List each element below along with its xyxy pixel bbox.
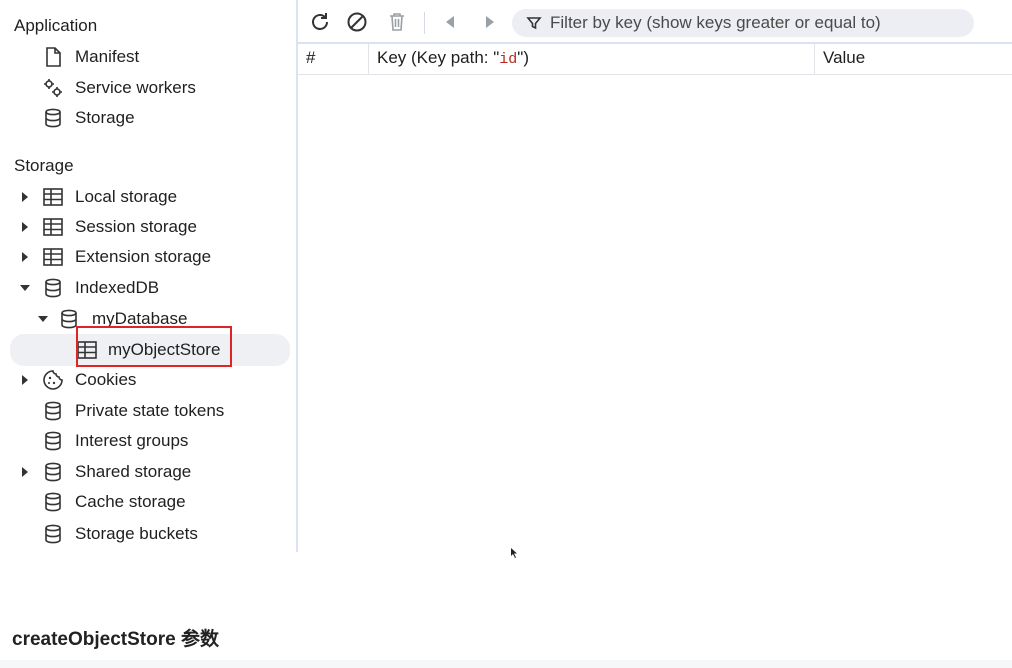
gears-icon: [42, 77, 64, 99]
sidebar-item-label: Shared storage: [75, 462, 192, 481]
toolbar: [298, 0, 1012, 44]
sidebar-item-label: Cache storage: [75, 492, 186, 511]
column-header-index[interactable]: #: [298, 44, 369, 74]
sidebar-item-label: Storage: [75, 108, 135, 127]
sidebar-item-label: Manifest: [75, 47, 140, 66]
filter-by-key-input[interactable]: [550, 9, 965, 37]
object-store-view: # Key (Key path: "id") Value: [298, 0, 1012, 558]
key-header-suffix: "): [517, 48, 529, 67]
sidebar-item-service-workers[interactable]: Service workers: [10, 74, 290, 102]
chevron-right-icon[interactable]: [20, 375, 30, 385]
sidebar-item-label: IndexedDB: [75, 278, 160, 297]
mouse-cursor-icon: [511, 545, 519, 558]
sidebar: Application Manifest Service workers Sto…: [0, 0, 296, 552]
refresh-icon[interactable]: [308, 10, 332, 34]
database-icon: [42, 430, 64, 452]
database-icon: [42, 491, 64, 513]
database-icon: [42, 107, 64, 129]
column-header-key[interactable]: Key (Key path: "id"): [369, 44, 815, 74]
chevron-right-icon[interactable]: [20, 467, 30, 477]
sidebar-item-shared-storage[interactable]: Shared storage: [10, 458, 290, 486]
chevron-right-icon[interactable]: [20, 192, 30, 202]
section-header-application: Application: [14, 16, 98, 35]
sidebar-item-manifest[interactable]: Manifest: [10, 43, 290, 71]
previous-page-icon[interactable]: [438, 10, 462, 34]
chevron-down-icon[interactable]: [38, 314, 48, 324]
filter-field[interactable]: [512, 9, 974, 37]
table-icon: [42, 246, 64, 268]
key-header-prefix: Key (Key path: ": [377, 48, 500, 67]
clear-icon[interactable]: [345, 10, 369, 34]
sidebar-item-session-storage[interactable]: Session storage: [10, 213, 290, 241]
sidebar-item-label: Storage buckets: [75, 524, 198, 543]
cookie-icon: [42, 369, 64, 391]
sidebar-item-local-storage[interactable]: Local storage: [10, 183, 290, 211]
sidebar-item-storage-overview[interactable]: Storage: [10, 104, 290, 132]
footer-band: [0, 660, 1012, 668]
sidebar-item-label: Cookies: [75, 370, 137, 389]
sidebar-item-label: Local storage: [75, 187, 178, 206]
highlight-annotation-box: [76, 326, 232, 367]
sidebar-item-cookies[interactable]: Cookies: [10, 366, 290, 394]
sidebar-item-extension-storage[interactable]: Extension storage: [10, 243, 290, 271]
delete-icon[interactable]: [385, 10, 409, 34]
sidebar-item-label: Session storage: [75, 217, 197, 236]
chevron-down-icon[interactable]: [20, 283, 30, 293]
table-icon: [42, 216, 64, 238]
sidebar-item-private-state-tokens[interactable]: Private state tokens: [10, 397, 290, 425]
database-icon: [42, 277, 64, 299]
sidebar-item-indexeddb[interactable]: IndexedDB: [10, 274, 290, 302]
sidebar-item-label: Interest groups: [75, 431, 189, 450]
table-header: # Key (Key path: "id") Value: [298, 44, 1012, 75]
database-icon: [42, 461, 64, 483]
table-icon: [42, 186, 64, 208]
sidebar-item-cache-storage[interactable]: Cache storage: [10, 488, 290, 516]
column-header-value[interactable]: Value: [815, 44, 1012, 74]
article-caption: createObjectStore 参数: [12, 629, 219, 650]
sidebar-item-label: Extension storage: [75, 247, 212, 266]
database-icon: [42, 400, 64, 422]
document-icon: [42, 46, 64, 68]
sidebar-item-label: Private state tokens: [75, 401, 225, 420]
sidebar-item-label: Service workers: [75, 78, 196, 97]
toolbar-separator: [424, 12, 425, 34]
chevron-right-icon[interactable]: [20, 252, 30, 262]
sidebar-item-storage-buckets[interactable]: Storage buckets: [10, 520, 290, 548]
key-path-value: id: [499, 51, 518, 68]
devtools-application-panel: Application Manifest Service workers Sto…: [0, 0, 1012, 558]
chevron-right-icon[interactable]: [20, 222, 30, 232]
section-header-storage: Storage: [14, 156, 74, 175]
sidebar-item-interest-groups[interactable]: Interest groups: [10, 427, 290, 455]
database-icon: [42, 523, 64, 545]
next-page-icon[interactable]: [478, 10, 502, 34]
filter-icon: [526, 15, 542, 31]
